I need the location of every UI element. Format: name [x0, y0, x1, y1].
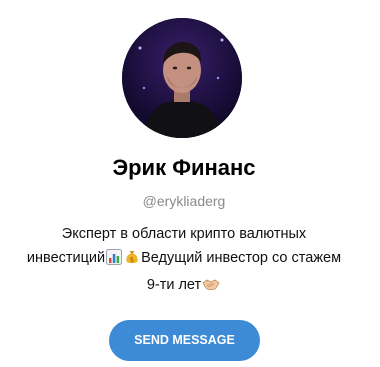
bio-line-2-text-b: Ведущий инвестор со стажем: [141, 250, 342, 266]
avatar[interactable]: [122, 18, 242, 138]
svg-text:$: $: [130, 255, 134, 263]
send-message-button[interactable]: SEND MESSAGE: [109, 320, 260, 361]
bio-line-2-text-a: инвестиций: [26, 250, 106, 266]
bio-line-3: 9-ти лет: [0, 273, 368, 300]
avatar-photo: [122, 18, 242, 138]
profile-username[interactable]: @erykliaderg: [0, 192, 368, 210]
bar-chart-icon: [106, 249, 123, 273]
profile-name: Эрик Финанс: [112, 155, 256, 180]
bio-line-3-text: 9-ти лет: [146, 277, 202, 293]
bio-line-2: инвестиций $ Ведущий инвестор со стажем: [0, 246, 368, 273]
profile-bio: Эксперт в области крипто валютных инвест…: [0, 222, 368, 300]
profile-card: Эрик Финанс @erykliaderg Эксперт в облас…: [0, 0, 380, 367]
bio-line-1: Эксперт в области крипто валютных: [61, 226, 307, 242]
money-bag-icon: $: [124, 249, 140, 273]
handshake-icon: [202, 276, 220, 300]
